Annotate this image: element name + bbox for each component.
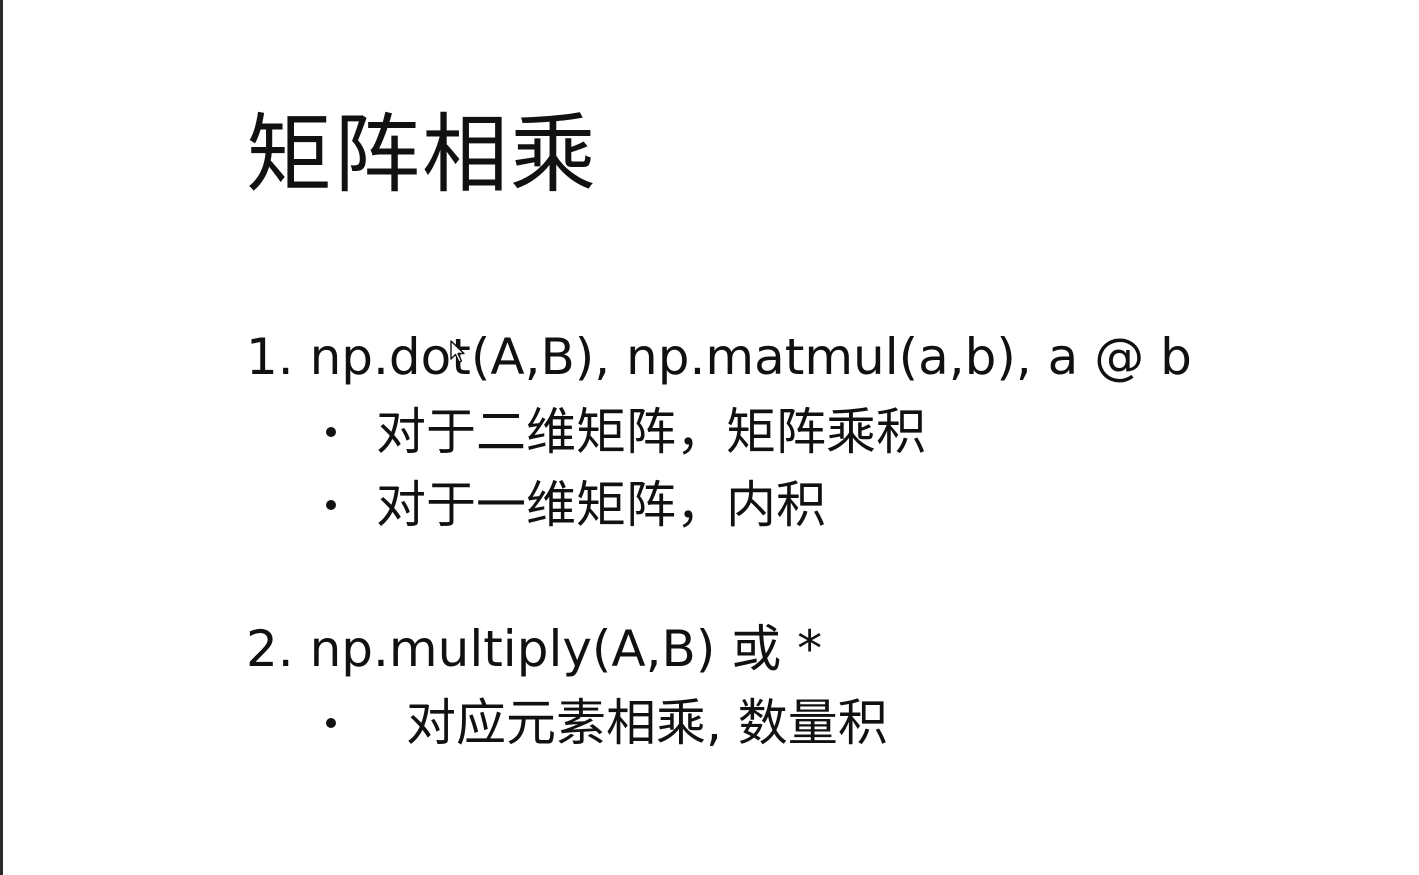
bullet-dot-icon — [326, 427, 336, 437]
bullet-dot-icon — [326, 718, 336, 728]
bullet-text: 对于一维矩阵，内积 — [376, 476, 826, 534]
list-item-1: 1. np.dot(A,B), np.matmul(a,b), a @ b — [246, 328, 1192, 386]
bullet-text: 对于二维矩阵，矩阵乘积 — [376, 403, 926, 461]
list-item-2: 2. np.multiply(A,B) 或 * — [246, 620, 823, 678]
mouse-pointer-icon — [450, 340, 465, 363]
bullet-dot-icon — [326, 500, 336, 510]
slide-canvas: 矩阵相乘 1. np.dot(A,B), np.matmul(a,b), a @… — [3, 0, 1419, 875]
bullet-text: 对应元素相乘, 数量积 — [406, 694, 888, 752]
slide-title: 矩阵相乘 — [246, 105, 598, 205]
